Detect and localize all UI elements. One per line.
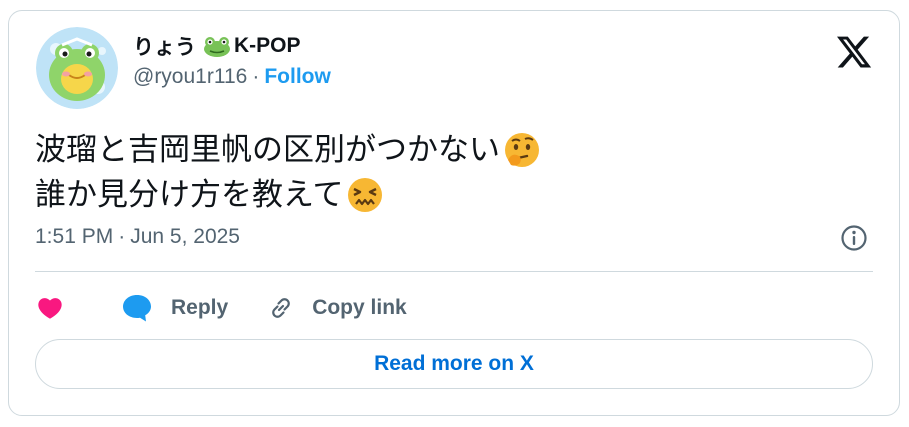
tweet-date[interactable]: Jun 5, 2025 <box>130 225 240 249</box>
tweet-text-line: 波瑠と吉岡里帆の区別がつかない <box>35 127 542 172</box>
link-icon <box>266 293 296 323</box>
confounded-face-emoji-icon <box>345 175 385 215</box>
author-name[interactable]: りょう K-POP <box>133 31 331 61</box>
read-more-button[interactable]: Read more on X <box>35 339 873 389</box>
handle-row: @ryou1r116 · Follow <box>133 65 331 89</box>
info-icon[interactable] <box>839 223 869 253</box>
display-name-suffix[interactable]: K-POP <box>234 34 301 58</box>
heart-icon <box>35 294 65 322</box>
divider <box>35 271 873 272</box>
tweet-text-line-2: 誰か見分け方を教えて <box>35 177 344 212</box>
tweet-text-line-1: 波瑠と吉岡里帆の区別がつかない <box>35 132 500 167</box>
thinking-face-emoji-icon <box>502 130 542 170</box>
frog-emoji-icon <box>202 35 232 57</box>
timestamp-separator: · <box>118 225 126 248</box>
like-button[interactable] <box>35 294 65 322</box>
tweet-header: りょう K-POP @ryou1r116 · Follow <box>133 31 331 89</box>
tweet-actions: Reply Copy link <box>35 286 407 330</box>
copy-link-button[interactable]: Copy link <box>266 293 407 323</box>
tweet-embed-card: りょう K-POP @ryou1r116 · Follow 波瑠と吉岡里帆の区別… <box>8 10 900 416</box>
reply-label[interactable]: Reply <box>171 296 228 320</box>
avatar[interactable] <box>36 27 118 109</box>
display-name[interactable]: りょう <box>133 31 196 61</box>
tweet-text-line: 誰か見分け方を教えて <box>35 172 542 217</box>
copy-link-label[interactable]: Copy link <box>312 296 407 320</box>
speech-bubble-icon <box>121 293 153 323</box>
tweet-text: 波瑠と吉岡里帆の区別がつかない 誰か見分け方を教えて <box>35 127 542 217</box>
tweet-time[interactable]: 1:51 PM <box>35 225 113 249</box>
follow-button[interactable]: Follow <box>264 65 331 89</box>
reply-button[interactable]: Reply <box>121 293 228 323</box>
user-handle[interactable]: @ryou1r116 <box>133 65 247 89</box>
handle-separator: · <box>252 65 260 88</box>
tweet-timestamp[interactable]: 1:51 PM · Jun 5, 2025 <box>35 225 240 249</box>
x-logo-icon[interactable] <box>835 33 873 71</box>
